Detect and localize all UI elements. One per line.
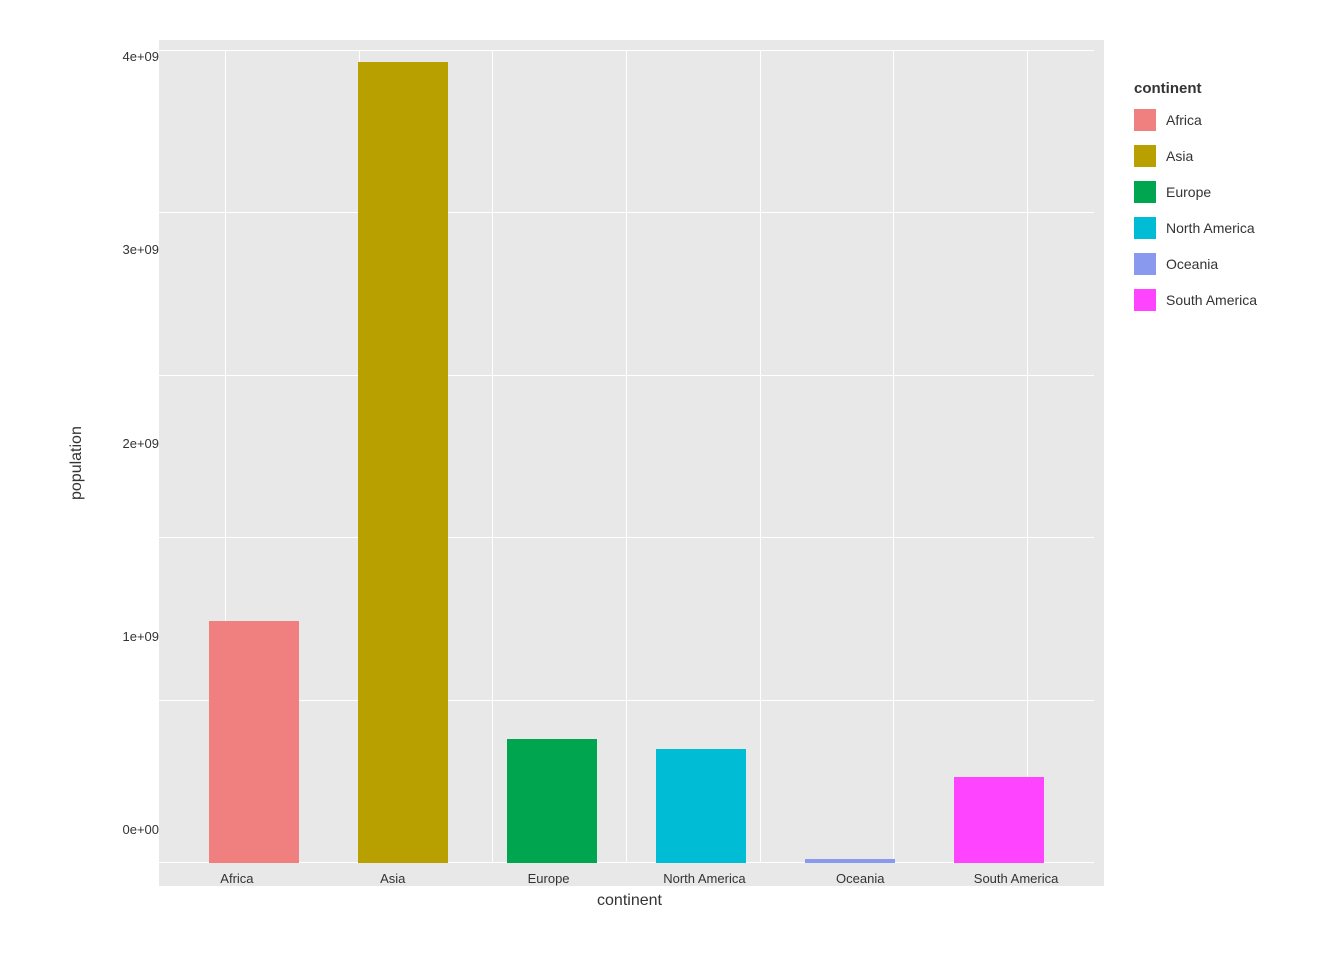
bar-group-asia bbox=[328, 50, 477, 863]
y-tick-1: 1e+09 bbox=[122, 630, 159, 643]
x-axis-labels: AfricaAsiaEuropeNorth AmericaOceaniaSout… bbox=[159, 863, 1104, 886]
legend-item-europe: Europe bbox=[1134, 181, 1304, 203]
bar-europe bbox=[507, 739, 597, 863]
legend-item-north-america: North America bbox=[1134, 217, 1304, 239]
bar-south-america bbox=[954, 777, 1044, 863]
x-axis-title: continent bbox=[155, 886, 1104, 920]
bar-asia bbox=[358, 62, 448, 863]
bar-group-south-america bbox=[925, 50, 1074, 863]
legend-item-oceania: Oceania bbox=[1134, 253, 1304, 275]
x-label-oceania: Oceania bbox=[782, 871, 938, 886]
chart-container: population 4e+09 3e+09 2e+09 1e+09 0e+00 bbox=[0, 0, 1344, 960]
plot-with-yaxis: population 4e+09 3e+09 2e+09 1e+09 0e+00 bbox=[60, 40, 1104, 886]
legend-color-africa bbox=[1134, 109, 1156, 131]
legend-item-asia: Asia bbox=[1134, 145, 1304, 167]
plot-panel: AfricaAsiaEuropeNorth AmericaOceaniaSout… bbox=[159, 40, 1104, 886]
x-label-europe: Europe bbox=[471, 871, 627, 886]
bar-north-america bbox=[656, 749, 746, 863]
y-tick-3: 3e+09 bbox=[122, 243, 159, 256]
chart-area: population 4e+09 3e+09 2e+09 1e+09 0e+00 bbox=[60, 40, 1104, 920]
legend-label-north-america: North America bbox=[1166, 220, 1255, 236]
bar-group-europe bbox=[477, 50, 626, 863]
legend-color-north-america bbox=[1134, 217, 1156, 239]
legend-item-south-america: South America bbox=[1134, 289, 1304, 311]
legend-item-africa: Africa bbox=[1134, 109, 1304, 131]
legend-label-asia: Asia bbox=[1166, 148, 1193, 164]
legend-color-asia bbox=[1134, 145, 1156, 167]
bar-africa bbox=[209, 621, 299, 863]
legend-label-oceania: Oceania bbox=[1166, 256, 1218, 272]
x-label-asia: Asia bbox=[315, 871, 471, 886]
x-label-south-america: South America bbox=[938, 871, 1094, 886]
bar-group-africa bbox=[179, 50, 328, 863]
y-axis-label: population bbox=[60, 40, 94, 886]
y-tick-4: 4e+09 bbox=[122, 50, 159, 63]
legend-label-south-america: South America bbox=[1166, 292, 1257, 308]
legend: continent Africa Asia Europe North America O… bbox=[1104, 60, 1324, 345]
x-label-north-america: North America bbox=[626, 871, 782, 886]
bar-group-north-america bbox=[627, 50, 776, 863]
y-tick-0: 0e+00 bbox=[122, 823, 159, 836]
y-tick-2: 2e+09 bbox=[122, 437, 159, 450]
legend-items-container: Africa Asia Europe North America Oceania Sout… bbox=[1134, 109, 1304, 325]
legend-label-europe: Europe bbox=[1166, 184, 1211, 200]
legend-title: continent bbox=[1134, 80, 1304, 97]
x-label-africa: Africa bbox=[159, 871, 315, 886]
bar-oceania bbox=[805, 859, 895, 863]
y-axis-ticks: 4e+09 3e+09 2e+09 1e+09 0e+00 bbox=[94, 40, 159, 886]
bar-group-oceania bbox=[776, 50, 925, 863]
legend-color-europe bbox=[1134, 181, 1156, 203]
bars-container bbox=[159, 50, 1094, 863]
legend-color-oceania bbox=[1134, 253, 1156, 275]
grid-and-bars bbox=[159, 40, 1104, 863]
legend-color-south-america bbox=[1134, 289, 1156, 311]
legend-label-africa: Africa bbox=[1166, 112, 1202, 128]
